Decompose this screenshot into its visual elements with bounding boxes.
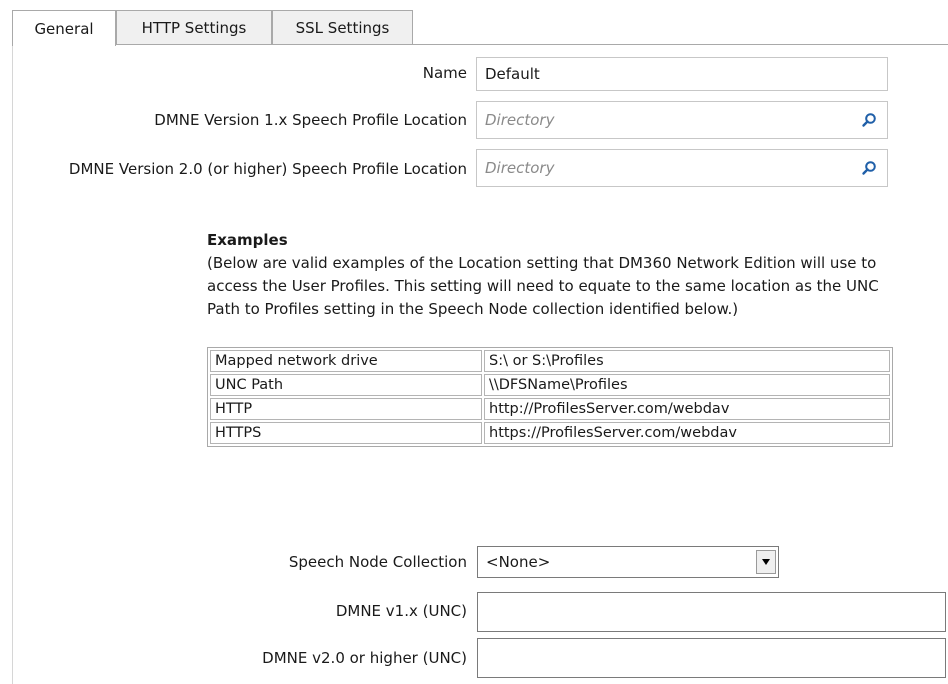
v1-location-placeholder: Directory [485,111,555,129]
examples-section: Examples (Below are valid examples of th… [207,229,887,321]
table-cell-example: http://ProfilesServer.com/webdav [484,398,890,420]
tab-divider [12,44,948,45]
speech-node-selected: <None> [486,553,551,571]
tab-general[interactable]: General [12,10,116,46]
table-cell-type: HTTP [210,398,482,420]
tab-label: HTTP Settings [141,18,247,37]
v1-location-label: DMNE Version 1.x Speech Profile Location [154,111,467,129]
v2-location-label: DMNE Version 2.0 (or higher) Speech Prof… [68,160,467,178]
search-icon[interactable] [861,112,877,128]
unc-v2-label: DMNE v2.0 or higher (UNC) [262,649,467,667]
v1-location-field[interactable]: Directory [476,101,888,139]
unc-v2-field[interactable] [477,638,946,678]
chevron-down-icon [762,559,770,565]
unc-v1-field[interactable] [477,592,946,632]
speech-node-select[interactable]: <None> [477,546,779,578]
v2-location-placeholder: Directory [485,159,555,177]
v2-location-field[interactable]: Directory [476,149,888,187]
tab-label: SSL Settings [295,18,390,37]
table-row: UNC Path \\DFSName\Profiles [210,374,890,396]
name-field[interactable]: Default [476,57,888,91]
table-cell-type: UNC Path [210,374,482,396]
table-row: HTTPS https://ProfilesServer.com/webdav [210,422,890,444]
dropdown-button[interactable] [756,550,776,574]
unc-v1-label: DMNE v1.x (UNC) [335,602,467,620]
panel-border [12,44,13,684]
table-cell-example: S:\ or S:\Profiles [484,350,890,372]
table-cell-example: https://ProfilesServer.com/webdav [484,422,890,444]
table-row: Mapped network drive S:\ or S:\Profiles [210,350,890,372]
name-label: Name [422,64,467,82]
speech-node-label: Speech Node Collection [288,553,467,571]
examples-description: (Below are valid examples of the Locatio… [207,254,879,318]
examples-table: Mapped network drive S:\ or S:\Profiles … [207,347,893,447]
search-icon[interactable] [861,160,877,176]
examples-title: Examples [207,231,288,249]
table-cell-type: Mapped network drive [210,350,482,372]
table-row: HTTP http://ProfilesServer.com/webdav [210,398,890,420]
table-cell-type: HTTPS [210,422,482,444]
tab-ssl-settings[interactable]: SSL Settings [272,10,413,44]
name-value: Default [485,65,540,83]
tab-label: General [34,19,94,38]
table-cell-example: \\DFSName\Profiles [484,374,890,396]
tab-http-settings[interactable]: HTTP Settings [116,10,272,44]
